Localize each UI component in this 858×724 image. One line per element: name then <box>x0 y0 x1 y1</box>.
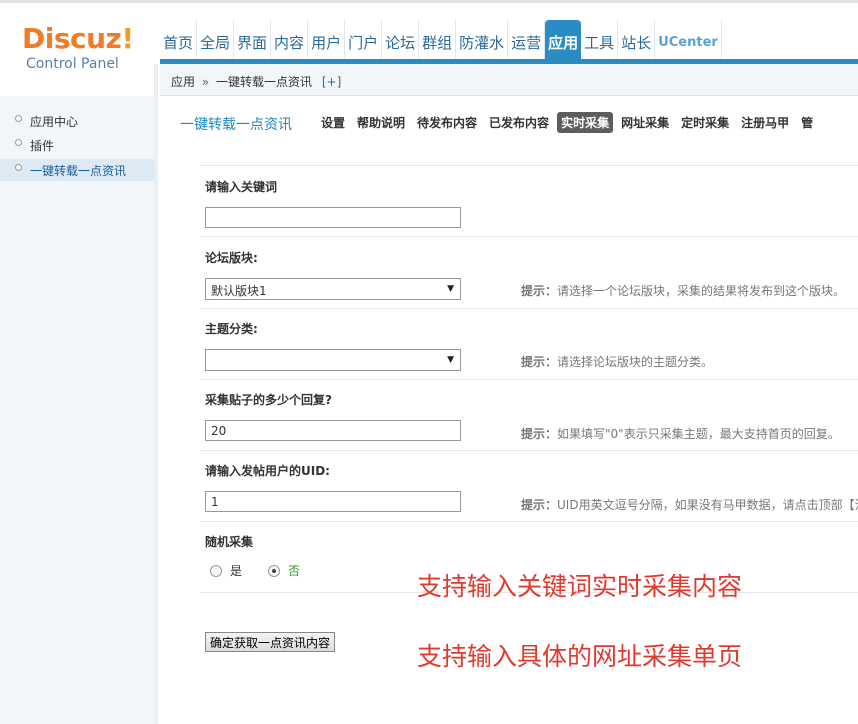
plugin-title: 一键转载一点资讯 <box>180 117 292 133</box>
logo-wordmark: Discuz! <box>22 22 134 55</box>
nav-content[interactable]: 内容 <box>271 20 309 62</box>
uid-hint: 提示：UID用英文逗号分隔，如果没有马甲数据，请点击顶部【注 <box>521 498 858 512</box>
tab-help[interactable]: 帮助说明 <box>353 112 409 133</box>
keyword-input[interactable] <box>205 207 461 228</box>
discuz-logo[interactable]: Discuz! Control Panel <box>22 22 134 78</box>
uid-label: 请输入发帖用户的UID: <box>205 464 330 478</box>
random-label: 随机采集 <box>205 535 254 549</box>
header: Discuz! Control Panel 首页 全局 界面 内容 用户 门户 … <box>0 0 858 72</box>
top-nav: 首页 全局 界面 内容 用户 门户 论坛 群组 防灌水 运营 应用 工具 站长 … <box>160 20 722 62</box>
tab-realtime[interactable]: 实时采集 <box>557 112 614 133</box>
nav-tools[interactable]: 工具 <box>581 20 619 62</box>
nav-home[interactable]: 首页 <box>160 20 198 62</box>
keyword-label: 请输入关键词 <box>205 180 278 194</box>
nav-forum[interactable]: 论坛 <box>382 20 420 62</box>
forum-hint: 提示：请选择一个论坛版块，采集的结果将发布到这个版块。 <box>521 284 846 298</box>
sidebar-edge <box>154 64 158 724</box>
nav-apps[interactable]: 应用 <box>545 20 582 62</box>
forum-label: 论坛版块: <box>205 251 258 265</box>
category-select[interactable]: ▼ <box>205 349 461 371</box>
sidebar-item-app-center[interactable]: 应用中心 <box>0 110 154 132</box>
add-favorite-button[interactable]: [+] <box>322 75 341 89</box>
random-no-radio[interactable] <box>268 564 281 577</box>
tab-register-accounts[interactable]: 注册马甲 <box>737 112 793 133</box>
bullet-icon <box>15 115 22 122</box>
nav-portal[interactable]: 门户 <box>345 20 383 62</box>
tab-published[interactable]: 已发布内容 <box>485 112 553 133</box>
divider <box>200 165 858 166</box>
sidebar-item-label: 一键转载一点资讯 <box>30 164 127 178</box>
divider <box>200 450 858 451</box>
logo-subtitle: Control Panel <box>26 56 119 72</box>
nav-global[interactable]: 全局 <box>197 20 235 62</box>
divider <box>200 379 858 380</box>
nav-style[interactable]: 界面 <box>234 20 272 62</box>
random-no-label[interactable]: 否 <box>288 562 300 579</box>
annotation-url: 支持输入具体的网址采集单页 <box>417 642 743 671</box>
sidebar: 应用中心 插件 一键转载一点资讯 <box>0 96 158 724</box>
tab-more[interactable]: 管 <box>797 112 817 133</box>
sidebar-item-label: 插件 <box>30 139 55 153</box>
category-hint: 提示：请选择论坛版块的主题分类。 <box>521 355 714 369</box>
uid-input[interactable] <box>205 491 461 512</box>
breadcrumb-apps[interactable]: 应用 <box>171 75 195 89</box>
random-yes-label[interactable]: 是 <box>230 562 242 579</box>
dropdown-arrow-icon: ▼ <box>447 355 454 365</box>
submit-button[interactable]: 确定获取一点资讯内容 <box>205 632 336 652</box>
divider <box>200 236 858 237</box>
breadcrumb-current: 一键转载一点资讯 <box>216 75 313 89</box>
sidebar-item-plugins[interactable]: 插件 <box>0 134 154 156</box>
breadcrumb: 应用 » 一键转载一点资讯 [+] <box>171 73 341 90</box>
replies-hint: 提示：如果填写"0"表示只采集主题，最大支持首页的回复。 <box>521 427 840 441</box>
main-content: 一键转载一点资讯 设置 帮助说明 待发布内容 已发布内容 实时采集 网址采集 定… <box>160 97 858 724</box>
replies-input[interactable] <box>205 420 461 441</box>
replies-label: 采集贴子的多少个回复? <box>205 393 332 407</box>
tab-url-collect[interactable]: 网址采集 <box>617 112 673 133</box>
forum-select-value: 默认版块1 <box>211 284 267 298</box>
tab-scheduled[interactable]: 定时采集 <box>677 112 733 133</box>
plugin-tabs: 设置 帮助说明 待发布内容 已发布内容 实时采集 网址采集 定时采集 注册马甲 … <box>317 112 821 133</box>
random-yes-radio[interactable] <box>210 564 222 577</box>
annotation-keyword: 支持输入关键词实时采集内容 <box>417 572 743 601</box>
sidebar-item-label: 应用中心 <box>30 115 79 129</box>
divider <box>200 308 858 309</box>
nav-antispam[interactable]: 防灌水 <box>456 20 509 62</box>
sidebar-item-yidian[interactable]: 一键转载一点资讯 <box>0 159 154 181</box>
bullet-icon <box>15 164 22 171</box>
nav-operation[interactable]: 运营 <box>508 20 546 62</box>
breadcrumb-bar: 应用 » 一键转载一点资讯 [+] <box>160 64 858 96</box>
nav-group[interactable]: 群组 <box>419 20 457 62</box>
breadcrumb-separator: » <box>201 75 210 89</box>
random-radio-group: 是 否 <box>210 562 326 579</box>
top-border <box>0 0 858 3</box>
nav-ucenter[interactable]: UCenter <box>655 20 722 62</box>
category-label: 主题分类: <box>205 322 258 336</box>
bullet-icon <box>15 139 22 146</box>
nav-admin[interactable]: 站长 <box>618 20 656 62</box>
dropdown-arrow-icon: ▼ <box>447 284 454 294</box>
nav-user[interactable]: 用户 <box>308 20 346 62</box>
tab-settings[interactable]: 设置 <box>317 112 349 133</box>
tab-pending[interactable]: 待发布内容 <box>413 112 481 133</box>
divider <box>200 521 858 522</box>
forum-select[interactable]: 默认版块1 ▼ <box>205 278 461 300</box>
